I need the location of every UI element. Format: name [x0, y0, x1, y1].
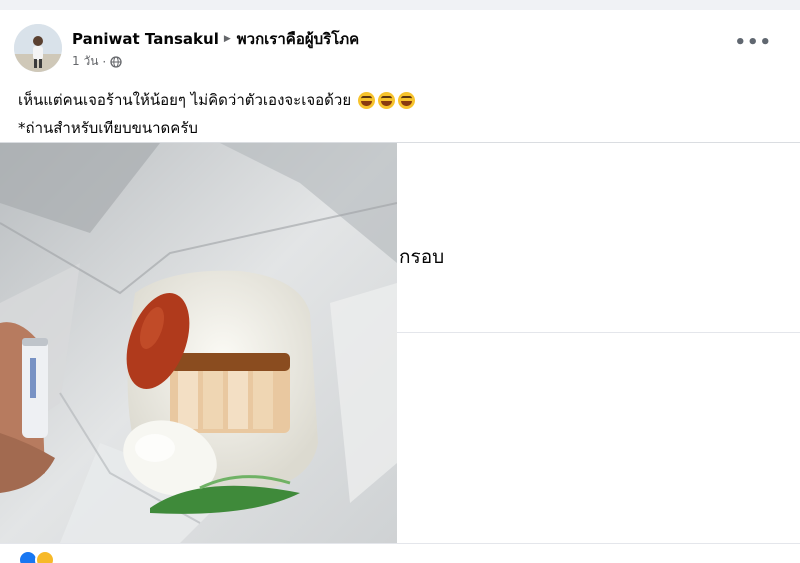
globe-icon: [110, 55, 122, 68]
post-meta: 1 วัน ·: [72, 52, 122, 71]
panel-divider: [397, 332, 800, 333]
author-name[interactable]: Paniwat Tansakul: [72, 30, 219, 48]
partial-comment-text: กรอบ: [399, 246, 445, 268]
caret-right-icon: ▶: [223, 34, 231, 44]
post-card: Paniwat Tansakul ▶ พวกเราคือผู้บริโภค 1 …: [0, 10, 800, 563]
comments-panel: กรอบ: [397, 143, 800, 543]
post-text-line1: เห็นแต่คนเจอร้านให้น้อยๆ ไม่คิดว่าตัวเอง…: [18, 88, 416, 112]
author-avatar[interactable]: [14, 24, 62, 72]
haha-reaction-icon: [35, 550, 55, 563]
more-options-button[interactable]: •••: [734, 32, 772, 53]
reaction-icons[interactable]: [18, 550, 55, 563]
avatar-image: [14, 24, 62, 72]
reactions-bar: [0, 543, 800, 563]
group-name[interactable]: พวกเราคือผู้บริโภค: [237, 27, 359, 51]
laughing-emoji-icon: [378, 91, 396, 109]
post-photo[interactable]: [0, 143, 397, 543]
food-photo-image: [0, 143, 397, 543]
post-text-line2: *ถ่านสำหรับเทียบขนาดครับ: [18, 119, 198, 137]
post-header-names: Paniwat Tansakul ▶ พวกเราคือผู้บริโภค: [72, 27, 359, 51]
separator-dot: ·: [102, 54, 107, 69]
post-time[interactable]: 1 วัน: [72, 52, 98, 71]
laughing-emoji-icon: [398, 91, 416, 109]
post-text-main: เห็นแต่คนเจอร้านให้น้อยๆ ไม่คิดว่าตัวเอง…: [18, 91, 352, 109]
laughing-emoji-icon: [358, 91, 376, 109]
